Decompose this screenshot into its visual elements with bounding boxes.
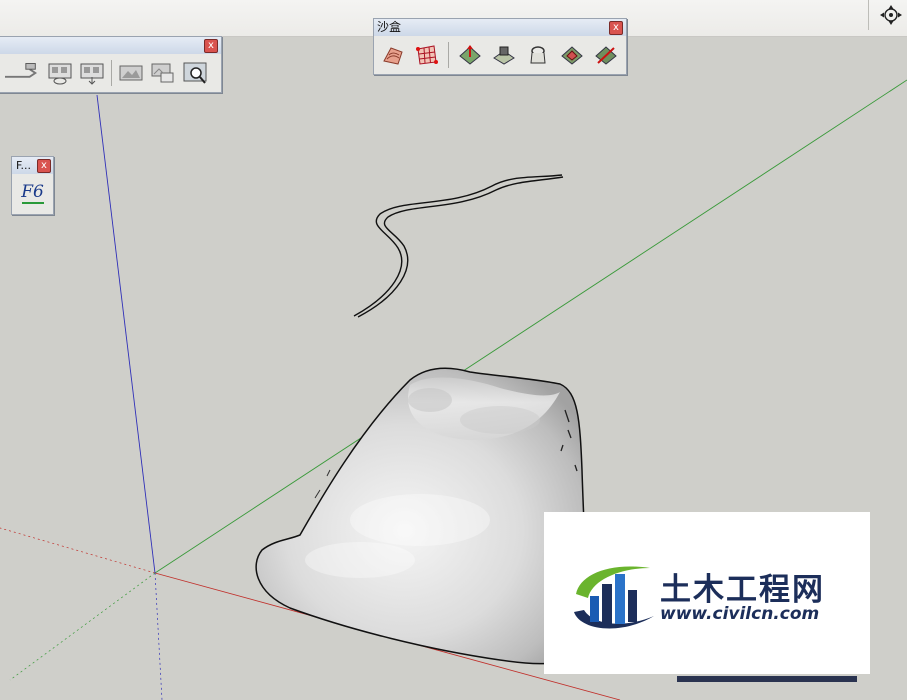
add-detail-button[interactable] <box>557 40 587 70</box>
sandbox-close-button[interactable]: x <box>609 21 623 35</box>
red-axis-dashed <box>0 527 156 574</box>
toolbar-divider <box>448 42 449 68</box>
drape-icon <box>530 46 546 64</box>
smoove-icon <box>459 45 481 65</box>
brand-name: 土木工程网 <box>660 572 825 608</box>
views-toolbar: x <box>0 36 222 93</box>
sandbox-toolbar-title[interactable]: 沙盒 x <box>374 19 626 36</box>
previous-view-button[interactable] <box>3 58 43 88</box>
drape-button[interactable] <box>523 40 553 70</box>
watermark-logo: 土木工程网 www.civilcn.com <box>544 512 870 674</box>
blue-axis <box>96 94 156 574</box>
zoom-window-icon <box>183 62 207 84</box>
green-axis-dashed <box>9 572 156 681</box>
f6-palette-title[interactable]: F... x <box>12 157 53 174</box>
building-logo-icon <box>574 566 654 629</box>
f6-title-text: F... <box>16 159 32 172</box>
smoove-button[interactable] <box>455 40 485 70</box>
blue-axis-dashed <box>154 572 163 700</box>
scene-icon <box>119 65 143 81</box>
bottom-strip <box>677 676 857 682</box>
add-detail-icon <box>561 46 583 65</box>
scene-button[interactable] <box>116 58 146 88</box>
stamp-icon <box>493 46 515 65</box>
views-close-button[interactable]: x <box>204 39 218 53</box>
position-camera-icon[interactable] <box>877 3 905 27</box>
f6-palette: F... x F6 <box>11 156 54 215</box>
from-scratch-icon <box>416 45 438 65</box>
scene-add-icon <box>151 63 174 83</box>
section-view-button[interactable] <box>45 58 75 88</box>
export-view-icon <box>80 63 104 85</box>
export-view-button[interactable] <box>77 58 107 88</box>
f6-button[interactable]: F6 <box>18 178 48 208</box>
scene-add-button[interactable] <box>148 58 178 88</box>
f6-label: F6 <box>21 181 44 202</box>
section-view-icon <box>48 63 72 85</box>
from-scratch-button[interactable] <box>412 40 442 70</box>
zoom-window-button[interactable] <box>180 58 210 88</box>
stamp-button[interactable] <box>489 40 519 70</box>
f6-close-button[interactable]: x <box>37 159 51 173</box>
views-toolbar-title[interactable]: x <box>0 37 221 54</box>
f6-underline <box>21 201 44 204</box>
terrain-mesh[interactable] <box>255 367 587 665</box>
brand-url: www.civilcn.com <box>660 604 820 624</box>
toolbar-separator <box>868 0 869 30</box>
sandbox-title-text: 沙盒 <box>377 20 402 34</box>
from-contours-button[interactable] <box>378 40 408 70</box>
toolbar-divider <box>111 60 112 86</box>
contour-line[interactable] <box>353 174 564 318</box>
sandbox-toolbar: 沙盒 x <box>373 18 627 75</box>
from-contours-icon <box>383 47 403 65</box>
flip-edge-icon <box>595 46 617 65</box>
flip-edge-button[interactable] <box>591 40 621 70</box>
previous-view-icon <box>5 63 38 78</box>
